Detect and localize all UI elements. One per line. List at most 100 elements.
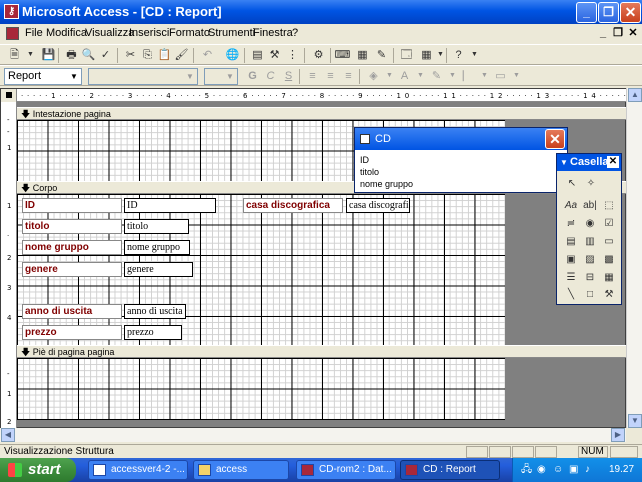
taskbar-item-cd-rom2[interactable]: CD-rom2 : Dat... [296,460,396,480]
textbox-prezzo[interactable]: prezzo [124,325,182,340]
view-dropdown-icon[interactable]: ▼ [22,47,39,63]
menu-inserisci[interactable]: Inserisci [129,27,169,39]
field-list-item-titolo[interactable]: titolo [360,167,379,177]
database-window-icon[interactable]: 🗔 [398,47,415,63]
minimize-button[interactable]: _ [576,2,597,23]
textbox-tool-icon[interactable]: ab| [582,198,598,214]
messenger-icon[interactable]: ☺ [553,458,563,482]
undo-icon[interactable]: ↶ [199,47,216,63]
line-color-icon[interactable]: ✎ [428,68,445,84]
italic-icon[interactable]: C [262,68,279,84]
special-effect-icon[interactable]: ▭ [492,68,509,84]
label-titolo[interactable]: titolo [22,219,122,234]
textbox-titolo[interactable]: titolo [124,219,189,234]
label-prezzo[interactable]: prezzo [22,325,122,340]
paste-icon[interactable]: 📋 [156,47,173,63]
section-page-footer-bar[interactable]: 🡇 Piè di pagina pagina [17,345,626,358]
toggle-button-icon[interactable]: ≓ [563,216,579,232]
menu-visualizza[interactable]: Visualizza [85,27,134,39]
menu-file[interactable]: File [25,27,43,39]
select-objects-icon[interactable]: ↖ [564,176,580,192]
line-color-dropdown-icon[interactable]: ▼ [444,68,461,84]
underline-icon[interactable]: S [280,68,297,84]
hyperlink-icon[interactable]: 🌐 [224,47,241,63]
horizontal-ruler[interactable]: ·····1·····2·····3·····4·····5·····6····… [17,89,626,102]
maximize-button[interactable]: ❐ [598,2,619,23]
bold-icon[interactable]: G [244,68,261,84]
line-width-icon[interactable]: ⎸ [460,68,477,84]
textbox-casa-discografica[interactable]: casa discografic [346,198,410,213]
combo-box-icon[interactable]: ▤ [563,234,579,250]
toolbox-menu-icon[interactable]: ▼ [560,154,568,171]
taskbar-item-access-folder[interactable]: access [193,460,289,480]
unbound-object-icon[interactable]: ▨ [582,252,598,268]
section-page-header-bar[interactable]: 🡇 Intestazione pagina [17,107,626,120]
close-button[interactable]: ✕ [620,2,641,23]
horizontal-scrollbar[interactable]: ◀ ▶ [0,428,626,442]
vertical-scrollbar[interactable]: ▲ ▼ [626,88,642,428]
tray-app-icon[interactable]: ▣ [569,458,578,482]
font-color-dropdown-icon[interactable]: ▼ [412,68,429,84]
menu-modifica[interactable]: Modifica [46,27,87,39]
report-document-icon[interactable] [6,27,19,40]
line-tool-icon[interactable]: ╲ [563,287,579,303]
network-icon[interactable]: 🖧 [521,458,532,482]
scroll-right-icon[interactable]: ▶ [611,428,625,442]
label-casa-discografica[interactable]: casa discografica [243,198,343,213]
clock[interactable]: 19.27 [609,458,634,482]
antivirus-icon[interactable]: ◉ [537,458,546,482]
autoformat-icon[interactable]: ⚙ [310,47,327,63]
more-controls-icon[interactable]: ⚒ [601,287,617,303]
volume-icon[interactable]: ♪ [585,458,590,482]
field-list-window[interactable]: CD ✕ ID titolo nome gruppo [354,127,568,193]
field-list-title-bar[interactable]: CD ✕ [355,128,567,150]
taskbar-item-accessver[interactable]: accessver4-2 -... [88,460,188,480]
scroll-down-icon[interactable]: ▼ [628,414,642,428]
menu-finestra[interactable]: Finestra [253,27,293,39]
align-right-icon[interactable]: ≡ [340,68,357,84]
menu-strumenti[interactable]: Strumenti [208,27,255,39]
align-center-icon[interactable]: ≡ [322,68,339,84]
image-tool-icon[interactable]: ▣ [563,252,579,268]
scroll-left-icon[interactable]: ◀ [1,428,15,442]
field-list-icon[interactable]: ▤ [249,47,266,63]
title-bar[interactable]: ⚷ Microsoft Access - [CD : Report] _ ❐ ✕ [0,0,642,24]
font-size-combo[interactable]: ▼ [204,68,238,85]
label-anno-di-uscita[interactable]: anno di uscita [22,304,122,319]
builder-icon[interactable]: ✎ [373,47,390,63]
list-box-icon[interactable]: ▥ [582,234,598,250]
command-button-icon[interactable]: ▭ [601,234,617,250]
bound-object-icon[interactable]: ▩ [601,252,617,268]
access-app-icon[interactable]: ⚷ [4,4,19,19]
label-id[interactable]: ID [22,198,122,213]
tab-control-icon[interactable]: ⊟ [582,270,598,286]
mdi-minimize-button[interactable]: _ [596,27,610,41]
toolbox-icon[interactable]: ⚒ [266,47,283,63]
page-footer-grid[interactable] [17,358,505,420]
control-wizards-icon[interactable]: ✧ [583,176,599,192]
toolbox-close-button[interactable]: ✕ [607,156,619,168]
mdi-restore-button[interactable]: ❐ [611,27,625,41]
mdi-close-button[interactable]: ✕ [626,27,640,41]
toolbox-window[interactable]: ▼ Casella ✕ ↖ ✧ Aa ab| ⬚ ≓ ◉ ☑ ▤ ▥ ▭ ▣ ▨… [556,153,622,305]
chevron-down-icon[interactable]: ▼ [223,69,237,84]
report-selector[interactable] [1,89,17,102]
subreport-icon[interactable]: ▦ [601,270,617,286]
start-button[interactable]: start [0,458,76,482]
label-genere[interactable]: genere [22,262,122,277]
cut-icon[interactable]: ✂ [122,47,139,63]
textbox-genere[interactable]: genere [124,262,193,277]
label-nome-gruppo[interactable]: nome gruppo [22,240,122,255]
view-icon[interactable]: 🗎 [6,47,23,63]
code-icon[interactable]: ⌨ [334,47,351,63]
chevron-down-icon[interactable]: ▼ [183,69,197,84]
print-icon[interactable]: 🖶 [63,47,80,63]
spelling-icon[interactable]: ✓ [97,47,114,63]
line-width-dropdown-icon[interactable]: ▼ [476,68,493,84]
menu-formato[interactable]: Formato [169,27,210,39]
page-break-icon[interactable]: ☰ [563,270,579,286]
sorting-grouping-icon[interactable]: ⋮ [284,47,301,63]
fill-color-icon[interactable]: ◈ [365,68,382,84]
save-icon[interactable]: 💾 [40,47,57,63]
object-selector-combo[interactable]: Report ▼ [4,68,82,85]
